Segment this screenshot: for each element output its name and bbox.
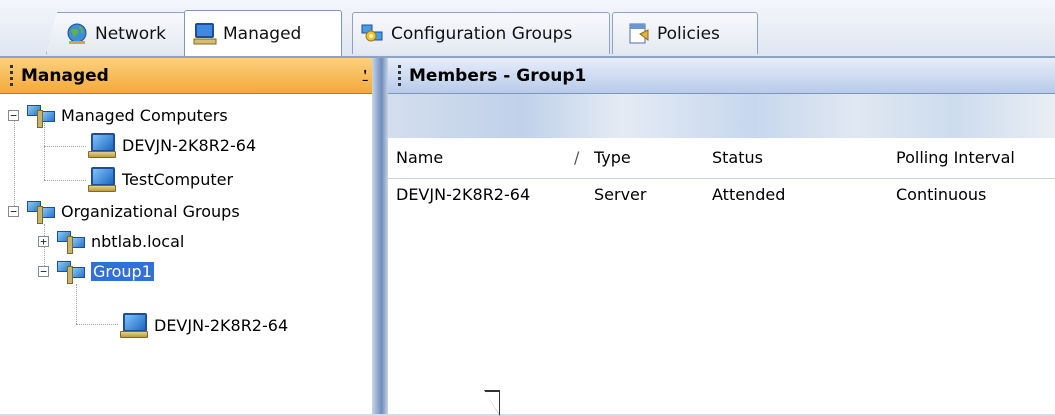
cell-type: Server — [594, 185, 647, 204]
tree-connector — [44, 146, 86, 147]
configuration-groups-icon — [361, 22, 385, 46]
tab-policies[interactable]: Policies — [612, 12, 758, 54]
drag-grip-icon[interactable] — [398, 64, 401, 87]
tree-connector — [76, 324, 118, 325]
pin-icon[interactable]: ⍘ — [360, 66, 370, 86]
policies-icon — [627, 22, 651, 46]
cell-name: DEVJN-2K8R2-64 — [396, 185, 531, 204]
managed-panel-title: Managed — [21, 65, 109, 86]
tab-network-label: Network — [95, 23, 166, 44]
tab-configuration-groups[interactable]: Configuration Groups — [352, 12, 610, 54]
tree-node-label: Group1 — [91, 261, 154, 281]
tree-node-label: DEVJN-2K8R2-64 — [122, 135, 257, 155]
managed-panel-header: Managed ⍘ — [0, 58, 380, 94]
collapse-icon[interactable]: − — [38, 265, 49, 277]
mouse-cursor-fill — [485, 392, 499, 414]
column-headers: Name / Type Status Polling Interval — [388, 138, 1055, 179]
tab-managed[interactable]: Managed — [184, 10, 342, 56]
computer-icon — [120, 312, 148, 338]
tab-strip: Network Managed Configuration Groups Pol… — [0, 0, 1055, 58]
expand-icon[interactable]: + — [38, 235, 49, 247]
members-panel-title: Members - Group1 — [409, 65, 587, 86]
tree-node-organizational-groups[interactable]: − Organizational Groups — [8, 198, 240, 224]
cell-status: Attended — [712, 185, 786, 204]
group-icon — [55, 228, 85, 254]
tab-configuration-groups-label: Configuration Groups — [391, 23, 573, 44]
tree-node-computer[interactable]: DEVJN-2K8R2-64 — [120, 312, 288, 338]
computer-icon — [193, 22, 217, 46]
group-by-band — [388, 94, 1055, 138]
tree-node-label: nbtlab.local — [91, 231, 185, 251]
tree-node-managed-computers[interactable]: − Managed Computers — [8, 102, 228, 128]
tree-connector — [44, 180, 86, 181]
members-panel: Members - Group1 Name / Type Status Poll… — [388, 58, 1055, 414]
sort-indicator-icon: / — [574, 148, 580, 167]
column-header-status[interactable]: Status — [712, 148, 763, 167]
column-header-name[interactable]: Name — [396, 148, 443, 167]
collapse-icon[interactable]: − — [8, 205, 19, 217]
cell-polling-interval: Continuous — [896, 185, 987, 204]
tree-node-computer[interactable]: TestComputer — [88, 166, 233, 192]
table-row[interactable]: DEVJN-2K8R2-64 Server Attended Continuou… — [388, 179, 1055, 213]
managed-panel: Managed ⍘ − Managed Computers DEVJN-2K8R… — [0, 58, 381, 414]
tree-node-nbtlab-local[interactable]: + nbtlab.local — [38, 228, 184, 254]
tree-node-label: DEVJN-2K8R2-64 — [154, 315, 289, 335]
computer-icon — [88, 166, 116, 192]
tab-policies-label: Policies — [657, 23, 720, 44]
column-header-polling-interval[interactable]: Polling Interval — [896, 148, 1015, 167]
panel-splitter[interactable] — [372, 58, 388, 414]
tree-node-label: Organizational Groups — [61, 201, 240, 221]
tree-node-computer[interactable]: DEVJN-2K8R2-64 — [88, 132, 256, 158]
group-icon — [25, 102, 55, 128]
drag-grip-icon[interactable] — [10, 64, 13, 87]
tab-network[interactable]: Network — [46, 12, 186, 54]
tree-node-label: Managed Computers — [61, 105, 228, 125]
tree-node-label: TestComputer — [122, 169, 234, 189]
tree-connector — [76, 284, 77, 324]
managed-tree: − Managed Computers DEVJN-2K8R2-64 TestC… — [0, 94, 380, 414]
tree-node-group1[interactable]: − Group1 — [38, 258, 154, 284]
members-panel-header: Members - Group1 — [388, 58, 1055, 94]
group-icon — [25, 198, 55, 224]
globe-icon — [65, 22, 89, 46]
group-icon — [55, 258, 85, 284]
column-header-type[interactable]: Type — [594, 148, 631, 167]
tab-managed-label: Managed — [223, 23, 302, 44]
collapse-icon[interactable]: − — [8, 109, 19, 121]
computer-icon — [88, 132, 116, 158]
